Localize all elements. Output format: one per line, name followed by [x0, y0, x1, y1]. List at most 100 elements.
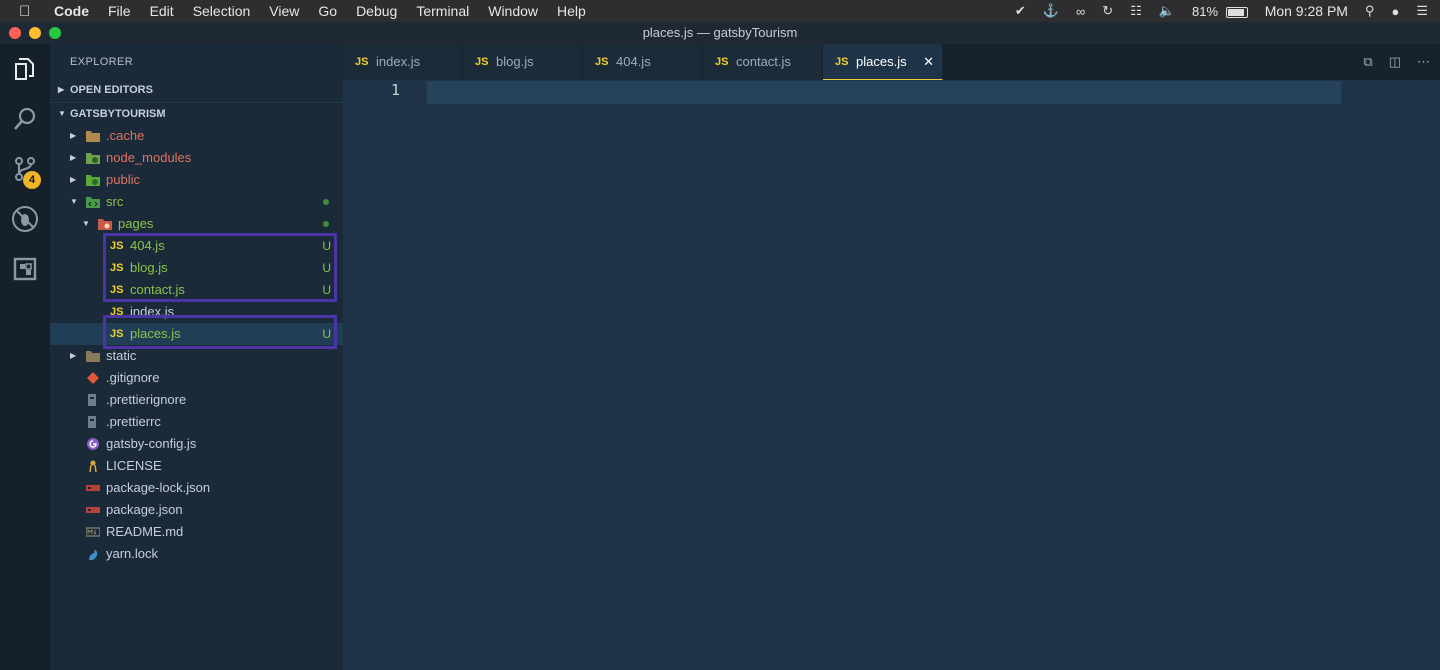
- minimize-window-button[interactable]: [29, 27, 41, 39]
- tree-item-label: .gitignore: [106, 370, 160, 385]
- js-icon: JS: [715, 56, 729, 68]
- tree-item-package-json[interactable]: package.json: [50, 499, 343, 521]
- tree-item-prettierignore[interactable]: .prettierignore: [50, 389, 343, 411]
- node-folder-icon: [86, 153, 100, 164]
- tree-item-yarn-lock[interactable]: yarn.lock: [50, 543, 343, 565]
- menu-app-code[interactable]: Code: [54, 3, 89, 19]
- debug-activity[interactable]: [0, 194, 50, 244]
- split-editor-icon[interactable]: ◫: [1389, 54, 1401, 70]
- battery-status[interactable]: 81%: [1192, 4, 1248, 19]
- files-icon: [15, 58, 34, 80]
- project-label: GATSBYTOURISM: [70, 108, 166, 120]
- tab-places-js[interactable]: JS places.js ✕: [823, 44, 943, 80]
- tab-contact-js[interactable]: JS contact.js: [703, 44, 823, 80]
- tree-item-license[interactable]: LICENSE: [50, 455, 343, 477]
- siri-icon[interactable]: ●: [1391, 4, 1399, 19]
- tree-item-label: .prettierrc: [106, 414, 161, 429]
- menu-help[interactable]: Help: [557, 3, 586, 19]
- explorer-title: EXPLORER: [70, 56, 134, 68]
- chevron-right-icon: ▶: [70, 175, 77, 184]
- extensions-activity[interactable]: [0, 244, 50, 294]
- scm-changes-badge: 4: [23, 171, 41, 189]
- zoom-window-button[interactable]: [49, 27, 61, 39]
- project-section[interactable]: ▼ GATSBYTOURISM: [50, 102, 343, 124]
- tree-item-pages[interactable]: ▼ pages: [50, 213, 343, 235]
- menu-selection[interactable]: Selection: [193, 3, 251, 19]
- menu-terminal[interactable]: Terminal: [416, 3, 469, 19]
- apple-logo-icon[interactable]: : [19, 3, 37, 20]
- js-icon: JS: [475, 56, 489, 68]
- source-control-activity[interactable]: 4: [0, 144, 50, 194]
- status-menu-extras: ✔ ⚓ ∞ ↻ ☷ 🔈 81% Mon 9:28 PM ⚲ ● ☰: [1015, 0, 1440, 22]
- notification-center-icon[interactable]: ☰: [1416, 3, 1428, 19]
- tab-label: blog.js: [496, 54, 534, 69]
- tree-item-public[interactable]: ▶ public: [50, 169, 343, 191]
- menu-debug[interactable]: Debug: [356, 3, 397, 19]
- battery-icon: [1225, 6, 1248, 18]
- tree-item-node-modules[interactable]: ▶ node_modules: [50, 147, 343, 169]
- src-folder-icon: [86, 197, 100, 208]
- open-editors-label: OPEN EDITORS: [70, 84, 153, 96]
- tab-404-js[interactable]: JS 404.js: [583, 44, 703, 80]
- tree-item-package-lock[interactable]: package-lock.json: [50, 477, 343, 499]
- menu-go[interactable]: Go: [318, 3, 337, 19]
- chevron-down-icon: ▼: [70, 197, 78, 206]
- tree-item-label: package.json: [106, 502, 183, 517]
- public-folder-icon: [86, 175, 100, 186]
- license-icon: [89, 460, 97, 472]
- tree-item-label: gatsby-config.js: [106, 436, 197, 451]
- tree-item-readme[interactable]: README.md: [50, 521, 343, 543]
- time-machine-icon[interactable]: ↻: [1102, 3, 1113, 19]
- extensions-icon: [13, 257, 37, 281]
- prettier-icon: [88, 394, 96, 406]
- chevron-right-icon: ▶: [70, 351, 77, 360]
- current-line-highlight[interactable]: [427, 81, 1341, 104]
- explorer-activity[interactable]: [0, 44, 50, 94]
- window-title-bar: places.js — gatsbyTourism: [0, 22, 1440, 44]
- npm-icon: [86, 485, 100, 491]
- tree-item-src[interactable]: ▼ src: [50, 191, 343, 213]
- traffic-lights: [9, 27, 69, 39]
- menu-edit[interactable]: Edit: [150, 3, 174, 19]
- gatsby-icon: [87, 438, 99, 450]
- menu-view[interactable]: View: [269, 3, 299, 19]
- tab-label: contact.js: [736, 54, 791, 69]
- search-icon: [14, 107, 36, 130]
- checkmark-app-icon[interactable]: ✔: [1015, 3, 1026, 19]
- chevron-right-icon: ▶: [70, 131, 77, 140]
- tree-item-label: pages: [118, 216, 154, 231]
- tree-item-label: public: [106, 172, 140, 187]
- wifi-icon[interactable]: ☷: [1130, 3, 1142, 19]
- chevron-down-icon: ▼: [82, 219, 90, 228]
- tab-blog-js[interactable]: JS blog.js: [463, 44, 583, 80]
- git-icon: [87, 372, 99, 384]
- open-editors-section[interactable]: ▶ OPEN EDITORS: [50, 79, 343, 101]
- menu-file[interactable]: File: [108, 3, 131, 19]
- close-tab-icon[interactable]: ✕: [923, 44, 934, 80]
- tree-item-gitignore[interactable]: .gitignore: [50, 367, 343, 389]
- js-icon: JS: [595, 56, 609, 68]
- tree-item-label: .prettierignore: [106, 392, 187, 407]
- editor-area[interactable]: 1: [343, 80, 1440, 670]
- menu-window[interactable]: Window: [488, 3, 538, 19]
- line-number: 1: [391, 81, 401, 99]
- creative-cloud-icon[interactable]: ∞: [1076, 4, 1085, 19]
- chevron-right-icon: ▶: [58, 85, 65, 94]
- npm-icon: [86, 507, 100, 513]
- tab-index-js[interactable]: JS index.js: [343, 44, 463, 80]
- more-actions-icon[interactable]: ⋯: [1417, 54, 1430, 70]
- close-window-button[interactable]: [9, 27, 21, 39]
- tree-item-prettierrc[interactable]: .prettierrc: [50, 411, 343, 433]
- tree-item-label: package-lock.json: [106, 480, 211, 495]
- open-changes-icon[interactable]: ⧉: [1363, 54, 1372, 70]
- tree-item-cache[interactable]: ▶ .cache: [50, 125, 343, 147]
- tree-item-gatsby-config[interactable]: gatsby-config.js: [50, 433, 343, 455]
- tree-item-label: src: [106, 194, 124, 209]
- spotlight-search-icon[interactable]: ⚲: [1365, 3, 1375, 19]
- clock[interactable]: Mon 9:28 PM: [1265, 3, 1348, 19]
- js-icon: JS: [835, 56, 849, 68]
- markdown-icon: [86, 527, 100, 537]
- search-activity[interactable]: [0, 94, 50, 144]
- docker-icon[interactable]: ⚓: [1043, 3, 1059, 19]
- volume-icon[interactable]: 🔈: [1159, 3, 1175, 19]
